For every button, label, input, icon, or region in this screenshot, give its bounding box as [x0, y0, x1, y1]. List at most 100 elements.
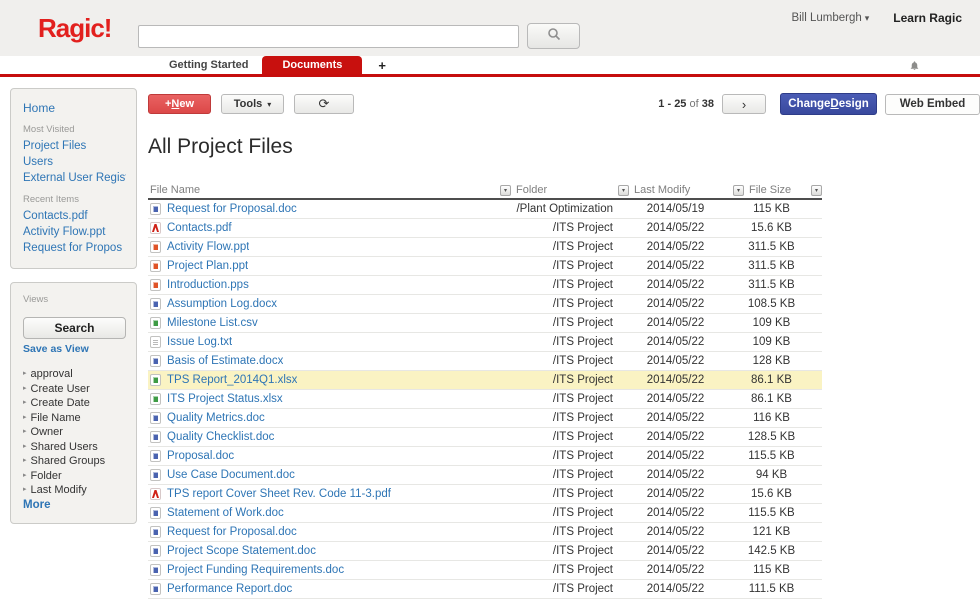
table-row[interactable]: Request for Proposal.doc/ITS Project2014…: [148, 523, 822, 542]
view-filter-item[interactable]: ▸Last Modify: [23, 483, 126, 498]
folder-cell: /ITS Project: [500, 507, 618, 519]
view-filter-item[interactable]: ▸approval: [23, 367, 126, 382]
file-name-cell: Project Funding Requirements.doc: [148, 564, 500, 576]
tab-documents[interactable]: Documents: [262, 56, 362, 74]
sidebar-recent-item-link[interactable]: Contacts.pdf: [23, 208, 126, 224]
file-link[interactable]: Use Case Document.doc: [167, 469, 295, 481]
table-row[interactable]: Basis of Estimate.docx/ITS Project2014/0…: [148, 352, 822, 371]
table-row[interactable]: ITS Project Status.xlsx/ITS Project2014/…: [148, 390, 822, 409]
refresh-button[interactable]: ⟳: [294, 94, 354, 114]
web-embed-button[interactable]: Web Embed: [885, 94, 980, 115]
table-row[interactable]: Issue Log.txt/ITS Project2014/05/22109 K…: [148, 333, 822, 352]
table-row[interactable]: Performance Report.doc/ITS Project2014/0…: [148, 580, 822, 599]
view-filter-item[interactable]: ▸Shared Users: [23, 440, 126, 455]
file-size-cell: 86.1 KB: [733, 374, 810, 386]
file-link[interactable]: TPS report Cover Sheet Rev. Code 11-3.pd…: [167, 488, 391, 500]
view-filter-item[interactable]: ▸Shared Groups: [23, 454, 126, 469]
change-design-button[interactable]: Change Design: [780, 93, 877, 115]
ragic-logo[interactable]: Ragic!: [38, 13, 111, 44]
table-row[interactable]: Assumption Log.docx/ITS Project2014/05/2…: [148, 295, 822, 314]
file-link[interactable]: Performance Report.doc: [167, 583, 292, 595]
column-header-last-modify[interactable]: ▾Last Modify: [618, 184, 733, 196]
views-search-button[interactable]: Search: [23, 317, 126, 339]
sidebar-recent-item-link[interactable]: Request for Propos: [23, 240, 126, 256]
learn-ragic-link[interactable]: Learn Ragic: [893, 11, 962, 25]
file-link[interactable]: Assumption Log.docx: [167, 298, 277, 310]
sidebar-most-visited-link[interactable]: Users: [23, 154, 126, 170]
file-name-cell: Basis of Estimate.docx: [148, 355, 500, 367]
file-link[interactable]: Milestone List.csv: [167, 317, 258, 329]
file-link[interactable]: Statement of Work.doc: [167, 507, 284, 519]
view-filter-label: approval: [31, 367, 73, 382]
tab-getting-started[interactable]: Getting Started: [155, 56, 262, 74]
file-name-cell: Performance Report.doc: [148, 583, 500, 595]
file-link[interactable]: Project Funding Requirements.doc: [167, 564, 344, 576]
table-row[interactable]: Proposal.doc/ITS Project2014/05/22115.5 …: [148, 447, 822, 466]
view-filter-item[interactable]: ▸Create Date: [23, 396, 126, 411]
table-row[interactable]: Statement of Work.doc/ITS Project2014/05…: [148, 504, 822, 523]
column-filter-icon[interactable]: ▾: [500, 185, 511, 196]
table-row[interactable]: Introduction.pps/ITS Project2014/05/2231…: [148, 276, 822, 295]
last-modify-cell: 2014/05/22: [618, 393, 733, 405]
sidebar-recent-item-link[interactable]: Activity Flow.ppt: [23, 224, 126, 240]
column-filter-icon[interactable]: ▾: [618, 185, 629, 196]
chevron-right-icon: ›: [742, 97, 746, 112]
file-link[interactable]: Project Plan.ppt: [167, 260, 248, 272]
file-link[interactable]: Introduction.pps: [167, 279, 249, 291]
table-row[interactable]: TPS report Cover Sheet Rev. Code 11-3.pd…: [148, 485, 822, 504]
file-link[interactable]: ITS Project Status.xlsx: [167, 393, 283, 405]
file-link[interactable]: TPS Report_2014Q1.xlsx: [167, 374, 297, 386]
file-link[interactable]: Issue Log.txt: [167, 336, 232, 348]
column-header-file-size[interactable]: ▾File Size: [733, 184, 810, 196]
table-row[interactable]: Quality Metrics.doc/ITS Project2014/05/2…: [148, 409, 822, 428]
table-row[interactable]: Quality Checklist.doc/ITS Project2014/05…: [148, 428, 822, 447]
tools-menu-button[interactable]: Tools▾: [221, 94, 284, 114]
file-link[interactable]: Basis of Estimate.docx: [167, 355, 283, 367]
column-header-file-name[interactable]: File Name: [148, 184, 500, 196]
file-name-cell: TPS report Cover Sheet Rev. Code 11-3.pd…: [148, 488, 500, 500]
view-filter-label: Create Date: [31, 396, 90, 411]
file-link[interactable]: Activity Flow.ppt: [167, 241, 249, 253]
sidebar-item-home[interactable]: Home: [23, 100, 126, 116]
file-link[interactable]: Quality Metrics.doc: [167, 412, 265, 424]
table-row[interactable]: Use Case Document.doc/ITS Project2014/05…: [148, 466, 822, 485]
new-record-button[interactable]: +New: [148, 94, 211, 114]
file-link[interactable]: Quality Checklist.doc: [167, 431, 274, 443]
column-filter-icon[interactable]: ▾: [811, 185, 822, 196]
column-filter-icon[interactable]: ▾: [733, 185, 744, 196]
global-search-input[interactable]: [138, 25, 519, 48]
column-header-folder[interactable]: ▾Folder: [500, 184, 618, 196]
global-search-button[interactable]: [527, 23, 580, 49]
table-row[interactable]: Project Scope Statement.doc/ITS Project2…: [148, 542, 822, 561]
last-modify-cell: 2014/05/22: [618, 412, 733, 424]
sidebar-nav-card: Home Most Visited Project FilesUsersExte…: [10, 88, 137, 269]
file-size-cell: 116 KB: [733, 412, 810, 424]
last-modify-cell: 2014/05/22: [618, 279, 733, 291]
file-name-cell: Request for Proposal.doc: [148, 203, 500, 215]
table-row[interactable]: Project Funding Requirements.doc/ITS Pro…: [148, 561, 822, 580]
next-page-button[interactable]: ›: [722, 94, 766, 114]
recent-items-label: Recent Items: [23, 194, 126, 205]
file-link[interactable]: Proposal.doc: [167, 450, 234, 462]
file-link[interactable]: Contacts.pdf: [167, 222, 232, 234]
tab-add[interactable]: +: [362, 56, 402, 74]
file-link[interactable]: Request for Proposal.doc: [167, 526, 297, 538]
save-as-view-link[interactable]: Save as View: [23, 343, 126, 355]
user-menu[interactable]: Bill Lumbergh▾: [791, 12, 869, 24]
table-row[interactable]: TPS Report_2014Q1.xlsx/ITS Project2014/0…: [148, 371, 822, 390]
view-filter-item[interactable]: ▸Folder: [23, 469, 126, 484]
last-modify-cell: 2014/05/22: [618, 488, 733, 500]
table-row[interactable]: Project Plan.ppt/ITS Project2014/05/2231…: [148, 257, 822, 276]
view-filter-item[interactable]: ▸Owner: [23, 425, 126, 440]
view-filter-item[interactable]: ▸Create User: [23, 382, 126, 397]
file-link[interactable]: Request for Proposal.doc: [167, 203, 297, 215]
file-link[interactable]: Project Scope Statement.doc: [167, 545, 316, 557]
sidebar-most-visited-link[interactable]: Project Files: [23, 138, 126, 154]
table-row[interactable]: Contacts.pdf/ITS Project2014/05/2215.6 K…: [148, 219, 822, 238]
sidebar-most-visited-link[interactable]: External User Regist: [23, 170, 126, 186]
table-row[interactable]: Request for Proposal.doc/Plant Optimizat…: [148, 200, 822, 219]
more-filters-link[interactable]: More: [23, 499, 126, 511]
view-filter-item[interactable]: ▸File Name: [23, 411, 126, 426]
table-row[interactable]: Activity Flow.ppt/ITS Project2014/05/223…: [148, 238, 822, 257]
table-row[interactable]: Milestone List.csv/ITS Project2014/05/22…: [148, 314, 822, 333]
